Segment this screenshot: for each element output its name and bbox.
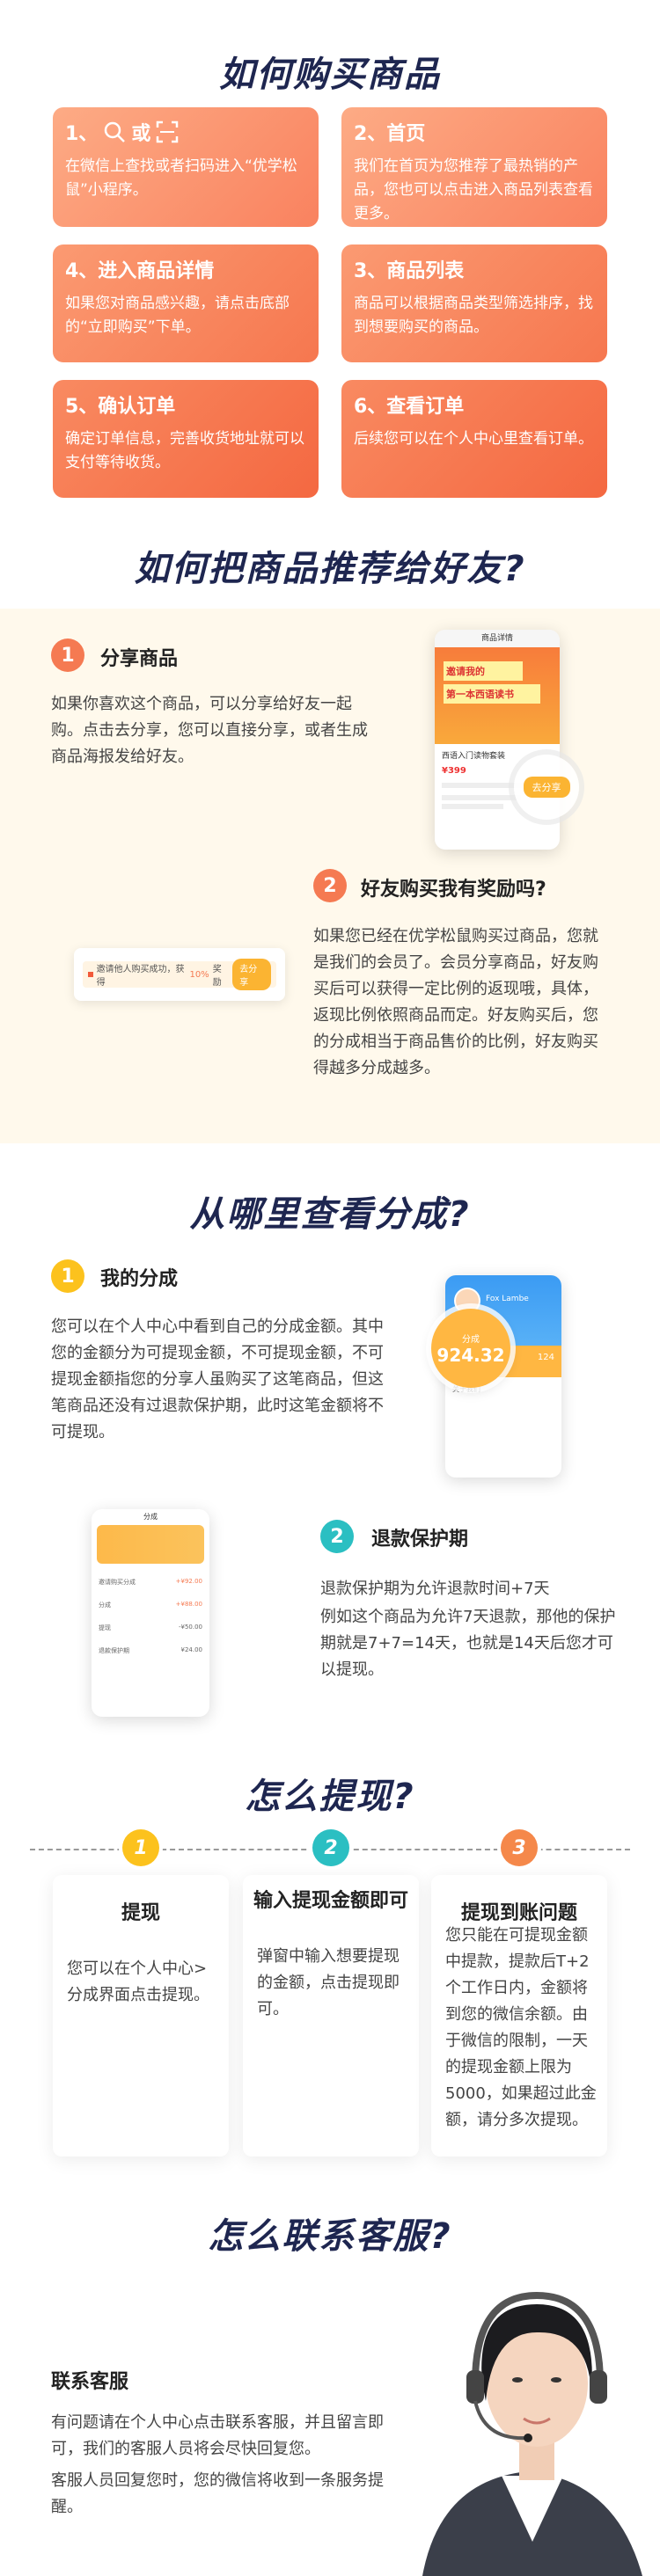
step-desc: 如果您对商品感兴趣，请点击底部的“立即购买”下单。 <box>65 295 290 336</box>
step-title: 6、查看订单 <box>354 396 465 418</box>
banner-line-1: 邀请我的 <box>444 661 523 681</box>
withdraw-step-2: 输入提现金额即可 弹窗中输入想要提现的金额，点击提现即可。 <box>243 1875 419 2156</box>
divider <box>442 795 521 800</box>
commission-step-1-text: 您可以在个人中心中看到自己的分成金额。其中您的金额分为可提现金额，不可提现金额，… <box>51 1317 384 1441</box>
step-card-5: 5、确认订单 确定订单信息，完善收货地址就可以支付等待收货。 <box>53 380 319 498</box>
notice-share-button[interactable]: 去分享 <box>232 959 271 990</box>
share-button-highlight: 去分享 <box>514 755 579 820</box>
product-banner: 邀请我的 第一本西语读书 <box>435 647 560 744</box>
banner-line-2: 第一本西语读书 <box>444 684 540 704</box>
share-button[interactable]: 去分享 <box>523 777 570 798</box>
commission-amount-highlight: 分成 924.32 <box>431 1309 510 1388</box>
step-desc: 商品可以根据商品类型筛选排序，找到想要购买的商品。 <box>354 295 593 336</box>
withdraw-step-3: 提现到账问题 您只能在可提现金额中提款，提款后T+2个工作日内，金额将到您的微信… <box>431 1875 607 2156</box>
share-step-2-text: 如果您已经在优学松鼠购买过商品，您就是我们的会员了。会员分享商品，好友购买后可以… <box>313 927 598 1077</box>
commission-step-2-text2: 例如这个商品为允许7天退款，那他的保护期就是7+7=14天，也就是14天后您才可… <box>320 1608 616 1679</box>
list-item: 分成 +¥88.00 <box>99 1601 202 1609</box>
withdraw-step-1: 提现 您可以在个人中心>分成界面点击提现。 <box>53 1875 229 2156</box>
withdraw-step-text: 您可以在个人中心>分成界面点击提现。 <box>67 1959 209 2004</box>
step-desc: 确定订单信息，完善收货地址就可以支付等待收货。 <box>65 430 304 471</box>
share-step-1-badge: 1 <box>51 639 84 672</box>
step-desc: 后续您可以在个人中心里查看订单。 <box>354 430 593 448</box>
commission-step-2-text1: 退款保护期为允许退款时间+7天 <box>320 1580 550 1598</box>
step-number: 1、 <box>65 123 99 145</box>
section-title-withdraw: 怎么提现? <box>245 1777 415 1817</box>
list-item: 退款保护期 ¥24.00 <box>99 1646 202 1654</box>
commission-step-2-title: 退款保护期 <box>371 1529 469 1551</box>
share-step-2-title: 好友购买我有奖励吗? <box>361 879 546 901</box>
notice-text: 邀请他人购买成功，获得 <box>96 965 185 988</box>
section-title-contact: 怎么联系客服? <box>208 2216 452 2257</box>
list-item: 邀请购买分成 +¥92.00 <box>99 1578 202 1586</box>
withdraw-step-3-badge: 3 <box>501 1829 538 1866</box>
commission-banner <box>97 1525 204 1564</box>
scan-icon <box>157 120 179 143</box>
commission-value-2: 124 <box>537 1353 554 1362</box>
divider <box>442 804 503 809</box>
step-desc: 在微信上查找或者扫码进入“优学松鼠”小程序。 <box>65 157 297 199</box>
commission-step-2-badge: 2 <box>320 1520 354 1553</box>
section-title-commission: 从哪里查看分成? <box>189 1194 471 1235</box>
list-item: 提现 -¥50.00 <box>99 1624 202 1631</box>
step-card-1: 1、 或 在微信上查找或者扫码进入“优学松鼠”小程序。 <box>53 107 319 227</box>
share-step-1-title: 分享商品 <box>100 648 179 670</box>
step-card-2: 2、首页 我们在首页为您推荐了最热销的产品，您也可以点击进入商品列表查看更多。 <box>341 107 607 227</box>
phone-header: 商品详情 <box>435 630 560 647</box>
customer-service-agent-image <box>422 2291 642 2576</box>
step-title: 3、商品列表 <box>354 260 465 282</box>
contact-text-1: 有问题请在个人中心点击联系客服，并且留言即可，我们的客服人员将会尽快回复您。 <box>51 2413 384 2458</box>
step-card-3: 3、商品列表 商品可以根据商品类型筛选排序，找到想要购买的商品。 <box>341 244 607 362</box>
search-icon <box>105 121 126 142</box>
share-step-1-text: 如果你喜欢这个商品，可以分享给好友一起购。点击去分享，您可以直接分享，或者生成商… <box>51 695 368 766</box>
step-desc: 我们在首页为您推荐了最热销的产品，您也可以点击进入商品列表查看更多。 <box>354 157 593 223</box>
notice-pct: 10% <box>189 969 209 980</box>
step-title: 2、首页 <box>354 123 426 145</box>
step-title: 5、确认订单 <box>65 396 176 418</box>
commission-amount: 924.32 <box>436 1344 505 1366</box>
contact-text-2: 客服人员回复您时，您的微信将收到一条服务提醒。 <box>51 2471 384 2516</box>
reward-notice-bar: 邀请他人购买成功，获得 10% 奖励 去分享 <box>74 948 285 1001</box>
withdraw-step-1-badge: 1 <box>122 1829 159 1866</box>
commission-step-1-badge: 1 <box>51 1259 84 1293</box>
phone-header: 分成 <box>143 1513 158 1521</box>
withdraw-step-title: 输入提现金额即可 <box>253 1890 408 1912</box>
user-name: Fox Lambe <box>486 1295 529 1303</box>
commission-detail-screenshot: 分成 邀请购买分成 +¥92.00 分成 +¥88.00 提现 -¥50.00 退款保… <box>92 1509 209 1717</box>
withdraw-step-text: 弹窗中输入想要提现的金额，点击提现即可。 <box>257 1947 400 2018</box>
notice-suffix: 奖励 <box>212 965 222 988</box>
commission-step-1-title: 我的分成 <box>100 1268 179 1290</box>
or-text: 或 <box>131 123 151 145</box>
section-title-share: 如何把商品推荐给好友? <box>134 549 526 589</box>
section-title-buy: 如何购买商品 <box>219 55 441 95</box>
withdraw-step-2-badge: 2 <box>312 1829 349 1866</box>
share-step-2-badge: 2 <box>313 869 347 902</box>
step-card-6: 6、查看订单 后续您可以在个人中心里查看订单。 <box>341 380 607 498</box>
step-card-4: 4、进入商品详情 如果您对商品感兴趣，请点击底部的“立即购买”下单。 <box>53 244 319 362</box>
contact-subtitle: 联系客服 <box>51 2371 129 2393</box>
step-title: 4、进入商品详情 <box>65 260 215 282</box>
commission-label: 分成 <box>462 1334 480 1345</box>
withdraw-step-text: 您只能在可提现金额中提款，提款后T+2个工作日内，金额将到您的微信余额。由于微信… <box>445 1926 597 2129</box>
bullet-icon <box>88 972 93 977</box>
withdraw-step-title: 提现 <box>121 1902 160 1924</box>
